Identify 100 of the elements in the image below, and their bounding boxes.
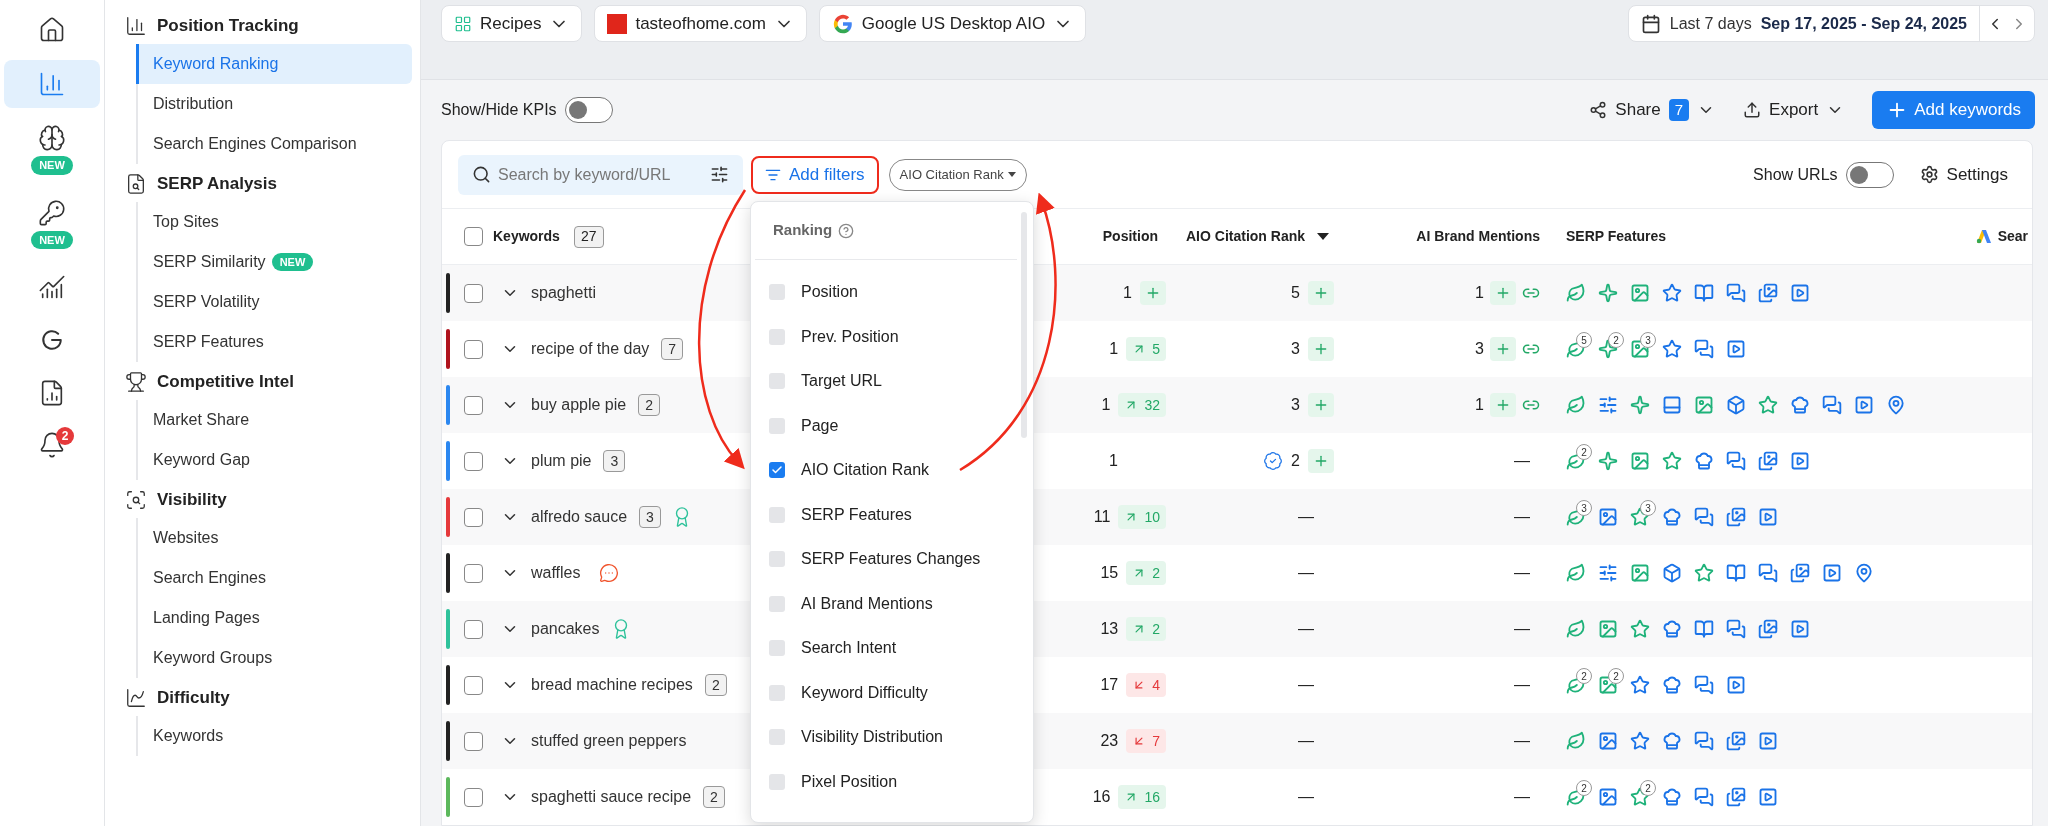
nav-item[interactable]: SERP Similarity NEW xyxy=(136,242,412,282)
keyword-text[interactable]: pancakes xyxy=(531,617,600,641)
kpi-toggle[interactable] xyxy=(564,97,613,123)
keyword-text[interactable]: spaghetti xyxy=(531,281,596,305)
nav-item[interactable]: Keyword Gap xyxy=(136,440,412,480)
filter-option[interactable]: AIO Citation Rank xyxy=(751,448,1021,493)
row-checkbox[interactable] xyxy=(464,339,483,359)
keyword-text[interactable]: plum pie xyxy=(531,449,592,473)
selector-dropdown[interactable]: Google US Desktop AIO xyxy=(818,5,1087,42)
keyword-text[interactable]: recipe of the day xyxy=(531,337,650,361)
key-icon[interactable] xyxy=(38,198,66,227)
row-checkbox[interactable] xyxy=(464,563,483,583)
column-header[interactable]: AI Brand Mentions xyxy=(1416,226,1540,247)
option-checkbox[interactable] xyxy=(769,373,785,390)
search-field[interactable]: Search by keyword/URL xyxy=(458,154,743,195)
row-checkbox[interactable] xyxy=(464,507,483,527)
row-checkbox[interactable] xyxy=(464,787,483,807)
filter-option[interactable]: Prev. Position xyxy=(751,314,1021,359)
nav-item[interactable]: Keyword Groups xyxy=(136,638,412,678)
filter-option[interactable]: Visibility Distribution xyxy=(751,715,1021,760)
export-button[interactable]: Export xyxy=(1743,97,1845,123)
row-checkbox[interactable] xyxy=(464,675,483,695)
help-icon[interactable] xyxy=(838,222,855,239)
show-urls-toggle[interactable] xyxy=(1845,161,1894,188)
option-checkbox[interactable] xyxy=(769,729,785,746)
filter-option[interactable]: Target URL xyxy=(751,359,1021,404)
column-header[interactable]: Position xyxy=(1102,226,1158,247)
nav-item[interactable]: Websites xyxy=(136,518,412,558)
filter-option[interactable]: Position xyxy=(751,270,1021,315)
nav-item[interactable]: Landing Pages xyxy=(136,598,412,638)
rail-item[interactable]: 2 xyxy=(4,423,100,467)
filter-option[interactable]: Page xyxy=(751,403,1021,448)
sliders-icon[interactable] xyxy=(710,164,729,184)
option-checkbox[interactable] xyxy=(769,462,785,479)
filter-option[interactable]: SERP Features xyxy=(751,492,1021,537)
sort-caret-icon[interactable] xyxy=(1317,233,1329,240)
feature-count: 3 xyxy=(1640,332,1656,348)
filter-option[interactable]: Search Intent xyxy=(751,626,1021,671)
filter-option[interactable]: SERP Features Changes xyxy=(751,537,1021,582)
nav-item[interactable]: SERP Volatility xyxy=(136,282,412,322)
column-header[interactable]: SERP Features xyxy=(1566,226,1667,247)
select-all-checkbox[interactable] xyxy=(464,227,483,246)
nav-item[interactable]: Distribution xyxy=(136,84,412,124)
filter-option[interactable]: Keyword Difficulty xyxy=(751,670,1021,715)
selector-label: Recipes xyxy=(480,12,542,35)
nav-label: SERP Features xyxy=(153,332,264,352)
option-checkbox[interactable] xyxy=(769,684,785,701)
row-checkbox[interactable] xyxy=(464,451,483,471)
aio-rank-value: — xyxy=(1298,675,1314,695)
row-checkbox[interactable] xyxy=(464,283,483,303)
position-value: 15 xyxy=(1100,563,1119,583)
option-checkbox[interactable] xyxy=(769,773,785,790)
column-header[interactable]: AIO Citation Rank xyxy=(1186,226,1305,247)
settings-button[interactable]: Settings xyxy=(1919,161,2008,188)
column-header[interactable]: Sear xyxy=(1997,226,2028,247)
date-range-picker[interactable]: Last 7 days Sep 17, 2025 - Sep 24, 2025 xyxy=(1627,5,2035,42)
scrollbar[interactable] xyxy=(1021,212,1027,438)
add-keywords-button[interactable]: Add keywords xyxy=(1872,91,2035,129)
keyword-text[interactable]: alfredo sauce xyxy=(531,505,628,529)
keyword-text[interactable]: buy apple pie xyxy=(531,393,627,417)
nav-item[interactable]: Keywords xyxy=(136,716,412,756)
notifications-icon[interactable] xyxy=(38,431,66,459)
keyword-text[interactable]: stuffed green peppers xyxy=(531,729,687,753)
filter-option[interactable]: AI Brand Mentions xyxy=(751,581,1021,626)
option-checkbox[interactable] xyxy=(769,417,785,434)
keyword-text[interactable]: bread machine recipes xyxy=(531,673,693,697)
nav-item[interactable]: Keyword Ranking xyxy=(136,44,412,84)
selector-dropdown[interactable]: tasteofhome.com xyxy=(594,5,807,42)
brain-icon[interactable] xyxy=(38,124,66,152)
share-button[interactable]: Share 7 xyxy=(1589,97,1716,123)
option-checkbox[interactable] xyxy=(769,595,785,612)
option-checkbox[interactable] xyxy=(769,551,785,568)
keyword-total-count: 27 xyxy=(573,225,604,248)
bar-chart-icon[interactable] xyxy=(38,70,66,98)
home-icon[interactable] xyxy=(38,16,66,44)
column-header[interactable]: Keywords xyxy=(493,226,560,247)
keyword-text[interactable]: waffles xyxy=(531,561,581,585)
trophy-icon xyxy=(125,371,147,393)
keyword-text[interactable]: spaghetti sauce recipe xyxy=(531,785,692,809)
feature-count: 2 xyxy=(1576,444,1592,460)
mentions-value: — xyxy=(1514,563,1530,583)
add-filters-button[interactable]: Add filters xyxy=(751,155,879,194)
nav-item[interactable]: Market Share xyxy=(136,400,412,440)
nav-item[interactable]: Top Sites xyxy=(136,202,412,242)
row-checkbox[interactable] xyxy=(464,619,483,639)
nav-item[interactable]: Search Engines Comparison xyxy=(136,124,412,164)
option-checkbox[interactable] xyxy=(769,506,785,523)
filter-option[interactable]: Pixel Position xyxy=(751,759,1021,804)
nav-item[interactable]: Search Engines xyxy=(136,558,412,598)
position-value: 13 xyxy=(1100,619,1119,639)
row-checkbox[interactable] xyxy=(464,731,483,751)
mentions-value: — xyxy=(1514,507,1530,527)
option-checkbox[interactable] xyxy=(769,640,785,657)
ads-logo-icon xyxy=(1975,229,1992,244)
nav-item[interactable]: SERP Features xyxy=(136,322,412,362)
row-checkbox[interactable] xyxy=(464,395,483,415)
selector-dropdown[interactable]: Recipes xyxy=(441,5,583,42)
option-checkbox[interactable] xyxy=(769,328,785,345)
option-checkbox[interactable] xyxy=(769,284,785,301)
growth-chart-icon[interactable] xyxy=(38,273,66,301)
